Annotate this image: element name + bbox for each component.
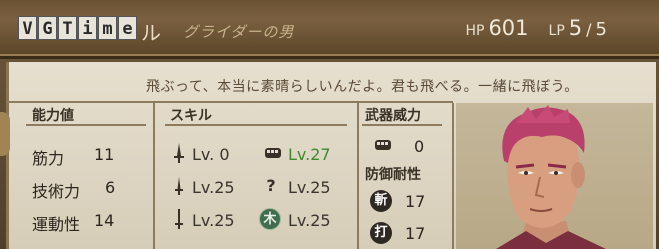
- stat-label: 筋力: [32, 149, 65, 168]
- logo-letter: i: [78, 16, 97, 40]
- wood-kanji-icon: 木: [259, 208, 281, 230]
- stat-value: 6: [105, 178, 116, 197]
- defense-value: 17: [405, 192, 426, 211]
- slash-resist-icon: 斬: [370, 190, 392, 212]
- stat-value: 14: [94, 211, 115, 230]
- divider: [362, 124, 442, 126]
- hp-lp-readout: HP 601 LP 5 / 5: [465, 16, 607, 40]
- sword-icon: [170, 142, 188, 164]
- character-name: ル: [141, 21, 161, 45]
- character-portrait: [456, 103, 653, 249]
- divider: [452, 103, 454, 249]
- weapon-power-heading: 武器威力: [365, 108, 421, 124]
- skill-level: Lv.25: [288, 178, 331, 197]
- lp-current: 5: [568, 16, 583, 40]
- defense-value: 17: [405, 224, 426, 243]
- weapon-power-value: 0: [414, 137, 425, 156]
- logo-letter: G: [38, 16, 57, 40]
- divider: [6, 101, 453, 103]
- dagger-icon: [170, 175, 188, 197]
- question-icon: ?: [266, 176, 276, 195]
- watermark-logo: V G T i m e: [18, 16, 137, 42]
- frame-ornament: [0, 112, 10, 156]
- skill-level: Lv.25: [288, 211, 331, 230]
- logo-letter: e: [118, 16, 137, 40]
- divider: [26, 124, 146, 126]
- skill-level: Lv. 0: [192, 145, 230, 164]
- dialogue-text: 飛ぶって、本当に素晴らしいんだよ。君も飛べる。一緒に飛ぼう。: [146, 79, 579, 95]
- divider: [357, 103, 359, 249]
- logo-letter: V: [18, 16, 37, 40]
- skill-level: Lv.25: [192, 178, 235, 197]
- rapier-icon: [170, 208, 188, 230]
- skills-heading: スキル: [170, 108, 212, 124]
- blunt-resist-icon: 打: [370, 222, 392, 244]
- lp-max: 5: [595, 19, 607, 40]
- skill-level: Lv.27: [288, 145, 331, 164]
- lp-label: LP: [548, 23, 565, 39]
- character-title: グライダーの男: [183, 23, 295, 41]
- defense-heading: 防御耐性: [365, 167, 421, 183]
- stat-label: 運動性: [32, 215, 81, 234]
- logo-letter: m: [98, 16, 117, 40]
- stat-label: 技術力: [32, 182, 81, 201]
- stats-heading: 能力値: [32, 108, 74, 124]
- skill-level: Lv.25: [192, 211, 235, 230]
- divider: [165, 124, 347, 126]
- character-header: V G T i m e ル グライダーの男 HP 601 LP 5 / 5: [0, 0, 659, 59]
- hp-value: 601: [488, 16, 529, 40]
- stat-value: 11: [94, 145, 115, 164]
- lp-slash: /: [586, 20, 592, 39]
- fist-icon: [372, 134, 391, 156]
- divider: [153, 103, 155, 249]
- logo-letter: T: [58, 16, 77, 40]
- hp-label: HP: [465, 23, 485, 39]
- fist-icon: [262, 142, 281, 164]
